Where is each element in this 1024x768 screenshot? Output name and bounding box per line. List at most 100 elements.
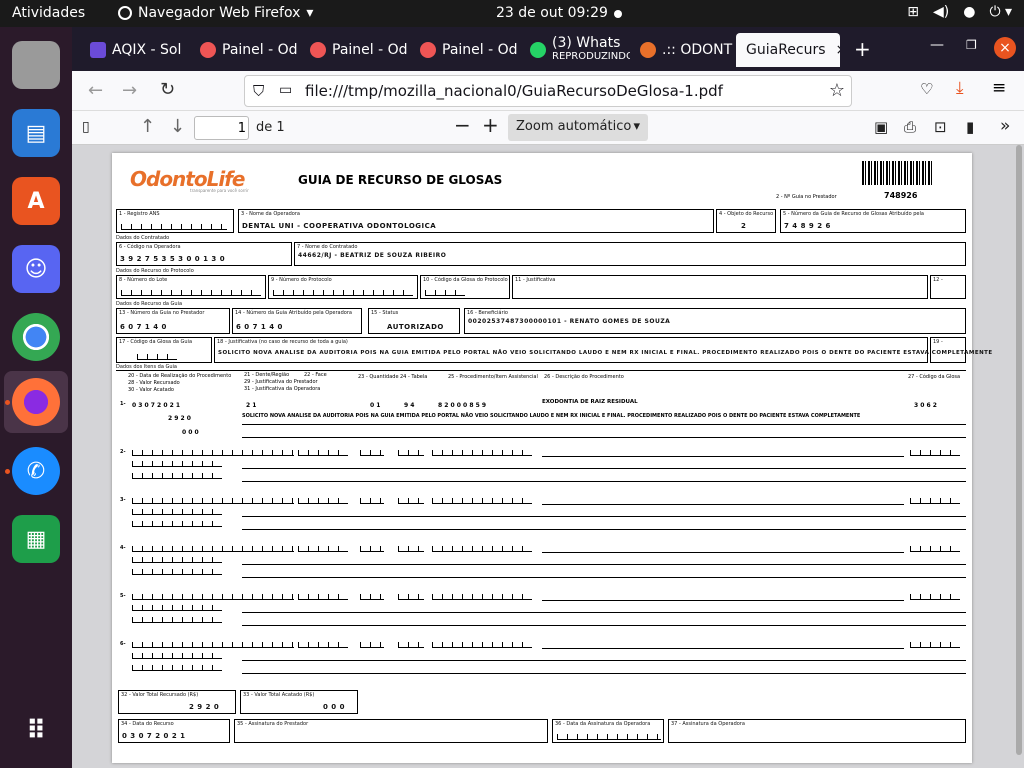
power-icon: ⏻ ▾ [989,4,1012,20]
pdf-viewer[interactable]: OdontoLife transparente para você sorrir… [72,145,1024,768]
item-value-boxes [132,665,222,671]
item-value-boxes [132,653,222,659]
item-row-number: 6- [120,641,126,647]
page-number-input[interactable] [194,116,249,140]
codigo-glosa-guia-field: 17 - Código da Glosa da Guia [116,337,212,363]
app-menu[interactable]: Navegador Web Firefox ▾ [118,5,313,21]
justificativa-line [242,625,966,626]
tab-painel-1[interactable]: Painel - Od [190,33,300,67]
software-store-icon[interactable]: A [12,177,60,225]
clock[interactable]: 23 de out 09:29 [496,5,608,21]
item-value-boxes [132,569,222,575]
back-icon[interactable]: ← [88,80,103,101]
guia-prestador-label: 2 - Nº Guia no Prestador [776,194,837,200]
firefox-icon[interactable] [12,378,60,426]
justificativa-protocolo-field: 11 - Justificativa [512,275,928,299]
zoom-in-icon[interactable]: + [482,113,499,137]
calc-icon[interactable]: ▦ [12,515,60,563]
tab-favicon-icon [640,42,656,58]
descricao-line [542,456,904,457]
close-tab-icon[interactable]: × [836,42,840,58]
item1-valor-acatado: 0 0 0 [182,429,199,436]
guia-prestador-number: 748926 [884,191,918,200]
barcode [862,161,934,185]
tab-favicon-icon [420,42,436,58]
download-icon[interactable]: ⤓ [956,78,964,98]
phone-icon[interactable]: ✆ [12,447,60,495]
justificativa-line [242,529,966,530]
item1-dente: 2 1 [246,402,257,409]
menu-icon[interactable]: ≡ [992,78,1006,98]
url-bar[interactable]: ⛉ ▭ file:///tmp/mozilla_nacional0/GuiaRe… [244,75,852,107]
close-window-button[interactable]: × [994,37,1016,59]
item-field-boxes [132,546,242,552]
firefox-icon [118,6,132,20]
network-icon: ⊞ [907,4,919,20]
item-field-boxes [298,546,348,552]
item1-descricao: EXODONTIA DE RAIZ RESIDUAL [542,399,638,405]
system-tray[interactable]: ⊞ ◀) ● ⏻ ▾ [907,4,1012,20]
tab-odonto[interactable]: .:: ODONT [630,33,740,67]
pocket-icon[interactable]: ♡ [920,80,933,98]
item-field-boxes [132,594,242,600]
tab-painel-3[interactable]: Painel - Od [410,33,520,67]
dock: ▤ A ☺ ✆ ▦ ⠿ [0,27,72,768]
presentation-mode-icon[interactable]: ▣ [874,118,888,136]
data-recurso-field: 34 - Data do Recurso 0 3 0 7 2 0 2 1 [118,719,230,743]
chrome-icon[interactable] [12,313,60,361]
running-indicator [5,400,10,405]
section-recurso-protocolo: Dados do Recurso do Protocolo [116,268,194,274]
descricao-line [542,600,904,601]
item-field-boxes [360,546,384,552]
show-apps-icon[interactable]: ⠿ [12,707,60,755]
tools-icon[interactable]: » [1000,116,1010,136]
campo-12-field: 12 - [930,275,966,299]
section-contratado: Dados do Contratado [116,235,170,241]
valor-total-acatado-field: 33 - Valor Total Acatado (R$) 0 0 0 [240,690,358,714]
item-field-boxes [298,642,348,648]
justificativa-line [242,481,966,482]
minimize-button[interactable]: — [930,37,944,53]
scrollbar[interactable] [1016,145,1022,755]
assinatura-prestador-field: 35 - Assinatura do Prestador [234,719,548,743]
item-field-boxes [242,498,294,504]
tab-aqix[interactable]: AQIX - Sol [80,33,190,67]
descricao-line [542,504,904,505]
tab-painel-2[interactable]: Painel - Od [300,33,410,67]
item-value-boxes [132,605,222,611]
previous-page-icon[interactable]: ↑ [140,116,155,137]
discord-icon[interactable]: ☺ [12,245,60,293]
bookmark-star-icon[interactable]: ☆ [829,80,845,101]
sidebar-toggle-icon[interactable]: ▯ [82,119,90,135]
save-icon[interactable]: ⊡ [934,118,947,136]
numero-recurso-field: 5 - Número da Guia de Recurso de Glosas … [780,209,966,233]
writer-icon[interactable]: ▤ [12,109,60,157]
print-icon[interactable]: ⎙ [904,118,916,136]
status-field: 15 - Status AUTORIZADO [368,308,460,334]
zoom-select[interactable]: Zoom automático ▾ [508,114,648,141]
nome-operadora-field: 3 - Nome da Operadora DENTAL UNI - COOPE… [238,209,714,233]
item-field-boxes [398,450,424,456]
chevron-down-icon: ▾ [633,119,640,134]
item1-valor-recursado: 2 9 2 0 [168,415,191,422]
pdf-toolbar: ▯ ↑ ↓ de 1 − + Zoom automático ▾ ▣ ⎙ ⊡ ▮… [72,111,1024,145]
new-tab-button[interactable]: + [854,37,871,61]
item1-glosa: 3 0 6 2 [914,402,937,409]
item-field-boxes [398,594,424,600]
notification-dot [614,10,622,18]
reload-icon[interactable]: ↻ [160,79,175,100]
tab-bar: AQIX - Sol Painel - Od Painel - Od Paine… [72,27,1024,71]
next-page-icon[interactable]: ↓ [170,116,185,137]
bookmark-icon[interactable]: ▮ [966,118,974,136]
whatsapp-icon [530,42,546,58]
tab-guia-recurso[interactable]: GuiaRecurs× [736,33,840,67]
tab-whatsapp[interactable]: (3) Whats REPRODUZINDO [520,33,630,67]
activities-button[interactable]: Atividades [12,5,85,21]
codigo-glosa-protocolo-field: 10 - Código da Glosa do Protocolo [420,275,510,299]
item-field-boxes [432,594,532,600]
forward-icon[interactable]: → [122,80,137,101]
files-icon[interactable] [12,41,60,89]
maximize-button[interactable]: ❐ [966,38,977,52]
zoom-out-icon[interactable]: − [454,113,471,137]
item-field-boxes [360,594,384,600]
